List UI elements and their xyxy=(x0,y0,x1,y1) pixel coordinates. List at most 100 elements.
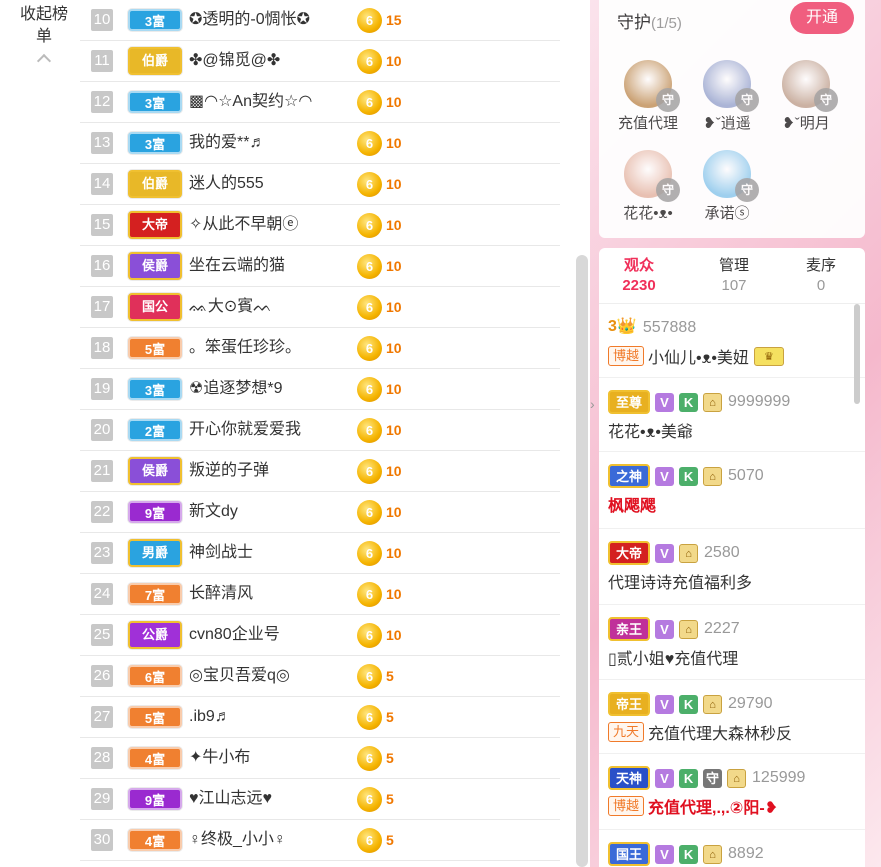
tab-label: 麦序 xyxy=(805,257,836,274)
user-name[interactable]: ♀终极_小小♀ xyxy=(189,830,286,850)
ranking-row[interactable]: 30 4富 ♀终极_小小♀ 6 5 xyxy=(80,820,560,861)
avatar: 守 xyxy=(701,148,759,202)
avatar: 守 xyxy=(622,58,680,112)
collapse-label: 收起榜单 xyxy=(19,6,68,45)
user-name[interactable]: ✦牛小布 xyxy=(189,748,250,768)
audience-user[interactable]: 天神 V K 守 ⌂ 125999 博越 充值代理,.,.②阳-❥ xyxy=(599,754,865,830)
user-name[interactable]: ◎宝贝吾爱q◎ xyxy=(189,666,290,686)
ranking-row[interactable]: 19 3富 ☢追逐梦想*9 6 10 xyxy=(80,369,560,410)
tab-admin[interactable]: 管理 107 xyxy=(694,256,774,296)
guard-member-name: 承诺ⓢ xyxy=(704,205,750,222)
coin-icon: 6 xyxy=(357,131,382,156)
ranking-row[interactable]: 17 国公 ᨐ大⊙賓ᨓ 6 10 xyxy=(80,287,560,328)
ranking-list: 10 3富 ✪透明的-0惆怅✪ 6 15 11 伯爵 ✤@锦觅@✤ 6 10 12 3富 ▩◠☆An契约… xyxy=(80,0,560,861)
audience-user[interactable]: 之神 V K ⌂ 5070 枫飔飔 xyxy=(599,452,865,529)
user-name[interactable]: ▩◠☆An契约☆◠ xyxy=(189,92,312,112)
coin-icon: 6 xyxy=(357,172,382,197)
score-value: 10 xyxy=(386,627,402,643)
audience-scrollbar[interactable] xyxy=(854,304,860,404)
ranking-row[interactable]: 27 5富 .ib9♬ 6 5 xyxy=(80,697,560,738)
user-name[interactable]: ☢追逐梦想*9 xyxy=(189,379,282,399)
user-name[interactable]: 叛逆的子弹 xyxy=(189,461,269,481)
audience-user[interactable]: 亲王 V ⌂ 2227 ▯贰小姐♥充值代理 xyxy=(599,605,865,680)
guard-member[interactable]: 守花花•ᴥ• xyxy=(608,148,688,223)
vip-icon: V xyxy=(655,392,675,412)
open-guard-button[interactable]: 开通 xyxy=(790,2,854,34)
level-badge: 4富 xyxy=(128,747,182,769)
audience-user[interactable]: 至尊 V K ⌂ 9999999 花花•ᴥ•美爺 xyxy=(599,378,865,452)
rank-number: 28 xyxy=(91,747,113,769)
guard-title: 守护(1/5) xyxy=(617,13,682,32)
user-name[interactable]: 坐在云端的猫 xyxy=(189,256,285,276)
ranking-row[interactable]: 12 3富 ▩◠☆An契约☆◠ 6 10 xyxy=(80,82,560,123)
user-name: 充值代理大森林秒反 xyxy=(648,726,793,743)
vip-icon: V xyxy=(655,619,675,639)
fan-badge: 博越 xyxy=(608,796,645,816)
rank-number: 26 xyxy=(91,665,113,687)
ranking-row[interactable]: 15 大帝 ✧从此不早朝ⓔ 6 10 xyxy=(80,205,560,246)
ranking-row[interactable]: 24 7富 长醉清风 6 10 xyxy=(80,574,560,615)
level-badge: 伯爵 xyxy=(128,47,182,75)
ranking-row[interactable]: 21 侯爵 叛逆的子弹 6 10 xyxy=(80,451,560,492)
user-name[interactable]: ✪透明的-0惆怅✪ xyxy=(189,10,310,30)
chevron-right-icon[interactable]: › xyxy=(590,396,598,412)
audience-user[interactable]: 3👑 557888 博越 小仙儿•ᴥ•美妞 ♛ xyxy=(599,304,865,378)
user-name[interactable]: 神剑战士 xyxy=(189,543,253,563)
guard-member[interactable]: 守 ❥ˇ明月 xyxy=(766,58,846,133)
ranking-row[interactable]: 26 6富 ◎宝贝吾爱q◎ 6 5 xyxy=(80,656,560,697)
audience-user[interactable]: 国王 V K ⌂ 8892 xyxy=(599,830,865,867)
user-name[interactable]: ✤@锦觅@✤ xyxy=(189,51,280,71)
ranking-row[interactable]: 13 3富 我的爱**♬ 6 10 xyxy=(80,123,560,164)
rank-number: 18 xyxy=(91,337,113,359)
user-name[interactable]: 我的爱**♬ xyxy=(189,133,265,153)
house-icon: ⌂ xyxy=(679,543,699,563)
ranking-row[interactable]: 28 4富 ✦牛小布 6 5 xyxy=(80,738,560,779)
user-name[interactable]: 长醉清风 xyxy=(189,584,253,604)
user-name[interactable]: 迷人的555 xyxy=(189,174,264,194)
ranking-row[interactable]: 23 男爵 神剑战士 6 10 xyxy=(80,533,560,574)
ranking-scrollbar[interactable] xyxy=(576,255,588,867)
coin-icon: 6 xyxy=(357,582,382,607)
coin-icon: 6 xyxy=(357,295,382,320)
ranking-row[interactable]: 11 伯爵 ✤@锦觅@✤ 6 10 xyxy=(80,41,560,82)
audience-user[interactable]: 帝王 V K ⌂ 29790 九天 充值代理大森林秒反 xyxy=(599,680,865,754)
ranking-row[interactable]: 25 公爵 cvn80企业号 6 10 xyxy=(80,615,560,656)
user-name: ▯贰小姐♥充值代理 xyxy=(608,651,739,668)
rank-number: 24 xyxy=(91,583,113,605)
user-name[interactable]: cvn80企业号 xyxy=(189,625,280,645)
vip-icon: V xyxy=(655,466,675,486)
guard-member[interactable]: 守充值代理 xyxy=(608,58,688,133)
score-value: 5 xyxy=(386,791,394,807)
score-value: 15 xyxy=(386,12,402,28)
king-icon: K xyxy=(679,392,699,412)
ranking-row[interactable]: 14 伯爵 迷人的555 6 10 xyxy=(80,164,560,205)
user-name[interactable]: 开心你就爱爱我 xyxy=(189,420,301,440)
user-name[interactable]: ♥江山志远♥ xyxy=(189,789,272,809)
tab-audience[interactable]: 观众 2230 xyxy=(599,256,679,296)
ranking-row[interactable]: 10 3富 ✪透明的-0惆怅✪ 6 15 xyxy=(80,0,560,41)
level-badge: 天神 xyxy=(608,766,651,790)
user-name[interactable]: ᨐ大⊙賓ᨓ xyxy=(189,297,272,317)
ranking-row[interactable]: 20 2富 开心你就爱爱我 6 10 xyxy=(80,410,560,451)
guard-member-name: ❥ˇ逍遥 xyxy=(703,115,751,132)
audience-user[interactable]: 大帝 V ⌂ 2580 代理诗诗充值福利多 xyxy=(599,529,865,605)
king-icon: K xyxy=(679,768,699,788)
level-badge: 国王 xyxy=(608,842,651,866)
level-badge: 3富 xyxy=(128,132,182,154)
guard-member[interactable]: 守 ❥ˇ逍遥 xyxy=(687,58,767,133)
user-name[interactable]: 新文dy xyxy=(189,502,238,522)
user-name[interactable]: 。笨蛋任珍珍。 xyxy=(189,338,301,358)
coin-icon: 6 xyxy=(357,336,382,361)
collapse-ranking-button[interactable]: 收起榜单 xyxy=(18,4,70,69)
user-name[interactable]: .ib9♬ xyxy=(189,707,231,727)
ranking-row[interactable]: 16 侯爵 坐在云端的猫 6 10 xyxy=(80,246,560,287)
level-badge: 大帝 xyxy=(128,211,182,239)
ranking-row[interactable]: 18 5富 。笨蛋任珍珍。 6 10 xyxy=(80,328,560,369)
tab-queue[interactable]: 麦序 0 xyxy=(781,256,861,296)
ranking-row[interactable]: 22 9富 新文dy 6 10 xyxy=(80,492,560,533)
guard-member[interactable]: 守承诺ⓢ xyxy=(687,148,767,223)
ranking-row[interactable]: 29 9富 ♥江山志远♥ 6 5 xyxy=(80,779,560,820)
score-value: 10 xyxy=(386,258,402,274)
user-name[interactable]: ✧从此不早朝ⓔ xyxy=(189,215,298,235)
tab-label: 观众 xyxy=(623,257,654,274)
